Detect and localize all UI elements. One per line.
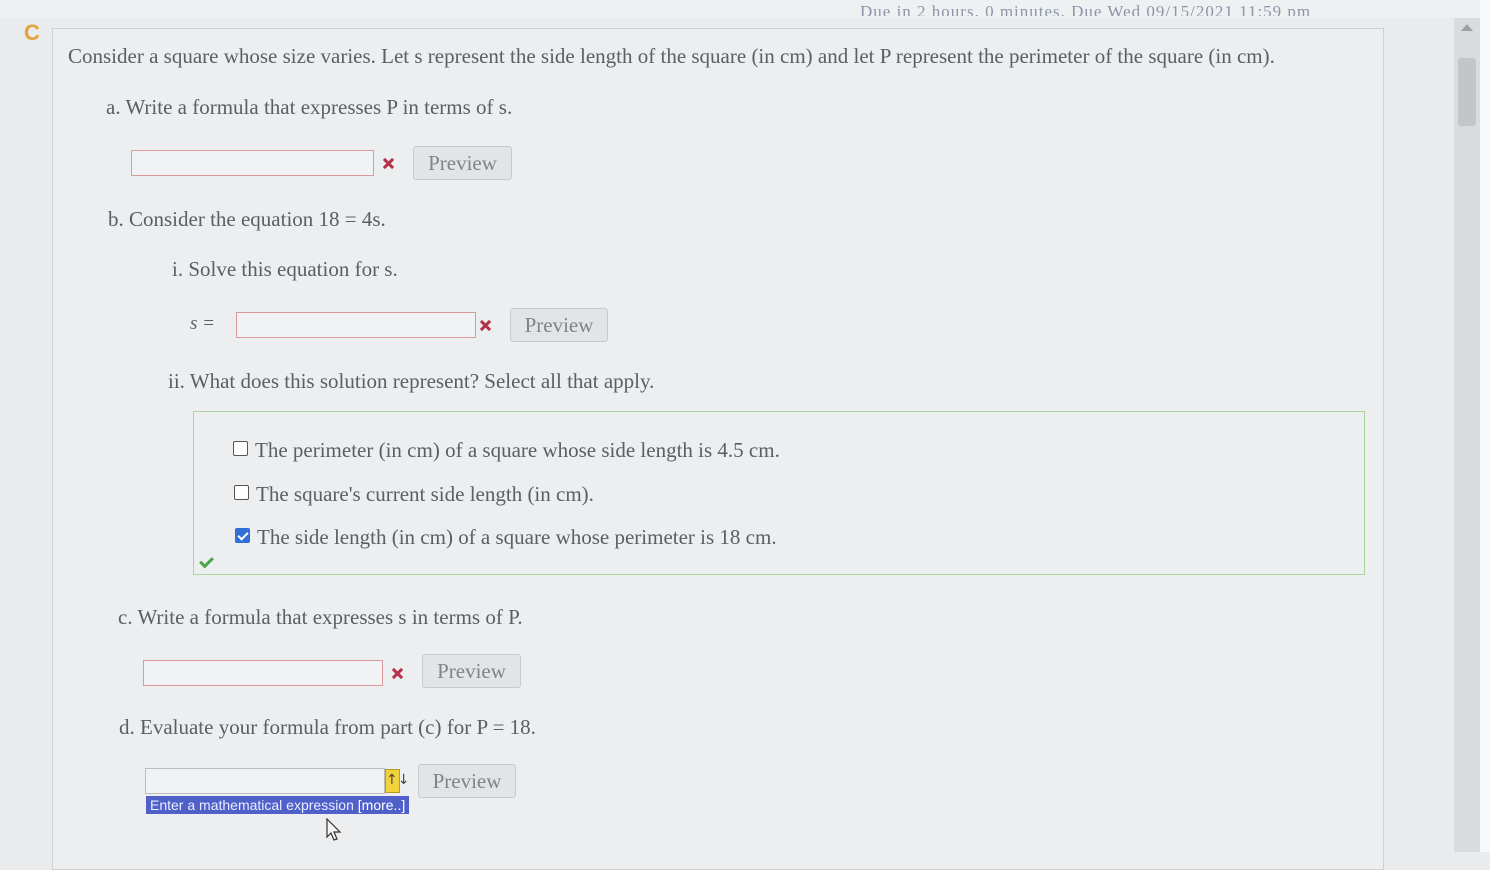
math-entry-arrow-icon[interactable]: ↑↓ xyxy=(385,769,409,793)
incorrect-mark-icon xyxy=(392,668,403,679)
mouse-cursor-icon xyxy=(326,817,342,847)
part-b-label: b. Consider the equation 18 = 4s. xyxy=(108,207,386,231)
input-hint-tooltip: Enter a mathematical expression [more..] xyxy=(146,796,410,814)
part-a-answer-input[interactable] xyxy=(131,150,374,176)
incorrect-mark-icon xyxy=(480,320,491,331)
option-2-label[interactable]: The square's current side length (in cm)… xyxy=(256,482,594,507)
part-d-label: d. Evaluate your formula from part (c) f… xyxy=(119,715,536,739)
part-c-answer-input[interactable] xyxy=(143,660,383,686)
scrollbar-thumb[interactable] xyxy=(1458,58,1476,126)
tooltip-more-link[interactable]: [more..] xyxy=(358,797,405,813)
part-a-preview-button[interactable]: Preview xyxy=(413,146,512,180)
part-a-label: a. Write a formula that expresses P in t… xyxy=(106,95,513,119)
s-equals-label: s = xyxy=(190,313,215,334)
option-1-checkbox[interactable] xyxy=(233,441,248,456)
due-date-text: Due in 2 hours, 0 minutes. Due Wed 09/15… xyxy=(860,2,1312,16)
tooltip-text: Enter a mathematical expression xyxy=(150,797,354,813)
option-3-label[interactable]: The side length (in cm) of a square whos… xyxy=(257,525,777,550)
incorrect-mark-icon xyxy=(383,158,394,169)
window-edge xyxy=(1480,0,1490,852)
part-c-preview-button[interactable]: Preview xyxy=(422,654,521,688)
scrollbar[interactable] xyxy=(1454,18,1480,852)
part-b-ii-label: ii. What does this solution represent? S… xyxy=(168,369,655,393)
option-2-checkbox[interactable] xyxy=(234,485,249,500)
part-d-answer-input[interactable] xyxy=(145,768,385,794)
part-b-i-preview-button[interactable]: Preview xyxy=(510,308,608,342)
part-c-label: c. Write a formula that expresses s in t… xyxy=(118,605,523,629)
part-b-i-answer-input[interactable] xyxy=(236,312,476,338)
refresh-icon[interactable]: C xyxy=(24,20,40,46)
scroll-up-arrow-icon[interactable] xyxy=(1461,24,1473,31)
option-1-label[interactable]: The perimeter (in cm) of a square whose … xyxy=(255,438,780,463)
question-intro: Consider a square whose size varies. Let… xyxy=(68,44,1275,68)
part-b-i-label: i. Solve this equation for s. xyxy=(172,257,398,281)
option-3-checkbox[interactable] xyxy=(235,528,250,543)
part-d-preview-button[interactable]: Preview xyxy=(418,764,516,798)
